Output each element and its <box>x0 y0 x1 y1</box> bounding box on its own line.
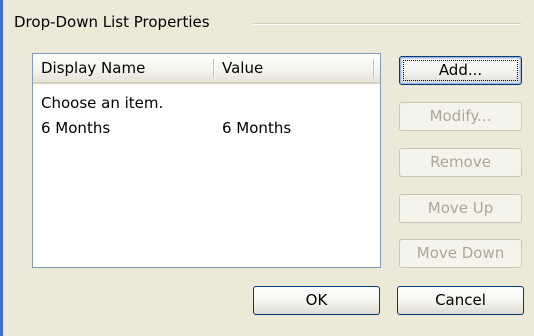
column-divider[interactable] <box>213 59 214 77</box>
remove-button[interactable]: Remove <box>399 148 522 177</box>
add-button[interactable]: Add... <box>399 56 522 85</box>
list-item-display-name: Choose an item. <box>41 94 164 112</box>
list-item-display-name: 6 Months <box>41 119 111 137</box>
move-up-button[interactable]: Move Up <box>399 194 522 223</box>
drop-down-items-list[interactable]: Display Name Value Choose an item. 6 Mon… <box>32 53 381 268</box>
column-header-value[interactable]: Value <box>222 54 263 82</box>
column-header-display-name[interactable]: Display Name <box>41 54 145 82</box>
list-header: Display Name Value <box>33 54 380 84</box>
window-left-edge <box>0 0 3 336</box>
group-box-separator <box>253 23 521 25</box>
modify-button[interactable]: Modify... <box>399 102 522 131</box>
cancel-button[interactable]: Cancel <box>397 286 524 315</box>
move-down-button[interactable]: Move Down <box>399 239 522 268</box>
ok-button[interactable]: OK <box>253 286 380 315</box>
list-item[interactable]: 6 Months 6 Months <box>33 116 380 140</box>
group-box-title: Drop-Down List Properties <box>14 13 210 31</box>
list-item-value: 6 Months <box>222 119 292 137</box>
list-item[interactable]: Choose an item. <box>33 91 380 115</box>
column-divider[interactable] <box>373 59 374 77</box>
